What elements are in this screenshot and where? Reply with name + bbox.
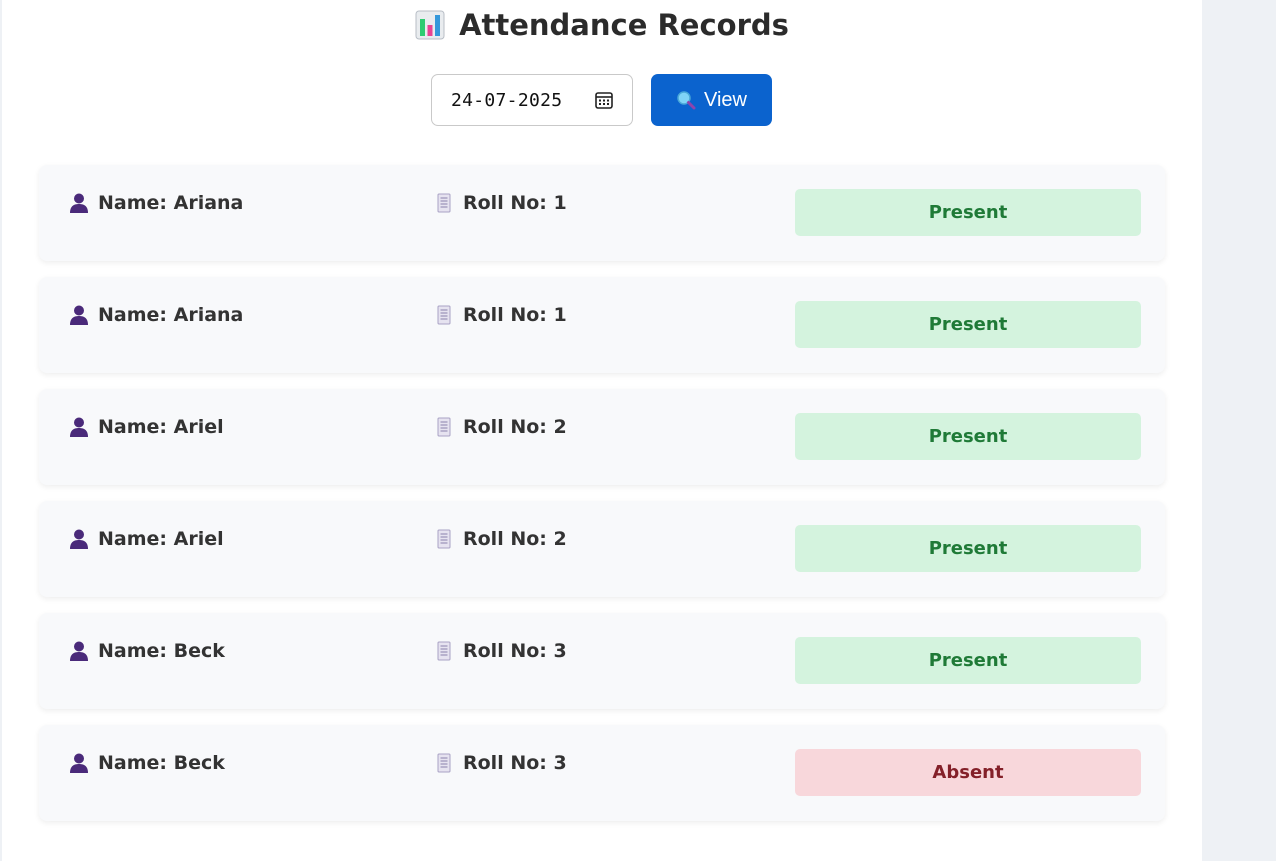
- bar-chart-icon: [415, 10, 445, 40]
- roll-number: Roll No: 1: [463, 304, 567, 326]
- status-badge: Present: [795, 301, 1141, 348]
- roll-number: Roll No: 2: [463, 416, 567, 438]
- view-button-label: View: [704, 88, 747, 111]
- attendance-record: Name: Ariana Roll No: 1 Present: [39, 165, 1165, 261]
- attendance-page: Attendance Records 24-07-2025 View Name:…: [2, 0, 1202, 861]
- student-name: Name: Ariana: [98, 304, 244, 326]
- person-icon: [69, 192, 89, 214]
- document-icon: [434, 304, 454, 326]
- date-value: 24-07-2025: [451, 89, 563, 111]
- roll-number-field: Roll No: 1: [434, 192, 567, 214]
- student-name-field: Name: Ariana: [69, 192, 243, 214]
- status-badge: Present: [795, 413, 1141, 460]
- attendance-record: Name: Ariana Roll No: 1 Present: [39, 277, 1165, 373]
- status-badge: Present: [795, 637, 1141, 684]
- attendance-record: Name: Ariel Roll No: 2 Present: [39, 501, 1165, 597]
- roll-number: Roll No: 1: [463, 192, 567, 214]
- document-icon: [434, 640, 454, 662]
- attendance-record: Name: Ariel Roll No: 2 Present: [39, 389, 1165, 485]
- roll-number-field: Roll No: 1: [434, 304, 567, 326]
- student-name: Name: Ariana: [98, 192, 244, 214]
- roll-number: Roll No: 2: [463, 528, 567, 550]
- filter-controls: 24-07-2025 View: [431, 74, 772, 126]
- calendar-icon[interactable]: [594, 90, 614, 110]
- student-name-field: Name: Beck: [69, 640, 225, 662]
- date-input[interactable]: 24-07-2025: [431, 74, 633, 126]
- document-icon: [434, 416, 454, 438]
- title-row: Attendance Records: [2, 6, 1202, 44]
- roll-number-field: Roll No: 3: [434, 640, 567, 662]
- student-name-field: Name: Beck: [69, 752, 225, 774]
- person-icon: [69, 304, 89, 326]
- document-icon: [434, 752, 454, 774]
- student-name-field: Name: Ariana: [69, 304, 243, 326]
- roll-number: Roll No: 3: [463, 752, 567, 774]
- student-name-field: Name: Ariel: [69, 416, 224, 438]
- status-badge: Present: [795, 189, 1141, 236]
- student-name-field: Name: Ariel: [69, 528, 224, 550]
- person-icon: [69, 640, 89, 662]
- student-name: Name: Beck: [98, 752, 225, 774]
- magnifier-icon: [676, 90, 696, 110]
- roll-number-field: Roll No: 2: [434, 416, 567, 438]
- person-icon: [69, 752, 89, 774]
- status-badge: Absent: [795, 749, 1141, 796]
- status-badge: Present: [795, 525, 1141, 572]
- document-icon: [434, 528, 454, 550]
- student-name: Name: Ariel: [98, 528, 224, 550]
- roll-number: Roll No: 3: [463, 640, 567, 662]
- student-name: Name: Ariel: [98, 416, 224, 438]
- page-title: Attendance Records: [459, 8, 789, 42]
- attendance-record: Name: Beck Roll No: 3 Present: [39, 613, 1165, 709]
- roll-number-field: Roll No: 3: [434, 752, 567, 774]
- document-icon: [434, 192, 454, 214]
- person-icon: [69, 528, 89, 550]
- attendance-list: Name: Ariana Roll No: 1 Present Name: Ar…: [39, 165, 1165, 837]
- attendance-record: Name: Beck Roll No: 3 Absent: [39, 725, 1165, 821]
- person-icon: [69, 416, 89, 438]
- student-name: Name: Beck: [98, 640, 225, 662]
- view-button[interactable]: View: [651, 74, 772, 126]
- roll-number-field: Roll No: 2: [434, 528, 567, 550]
